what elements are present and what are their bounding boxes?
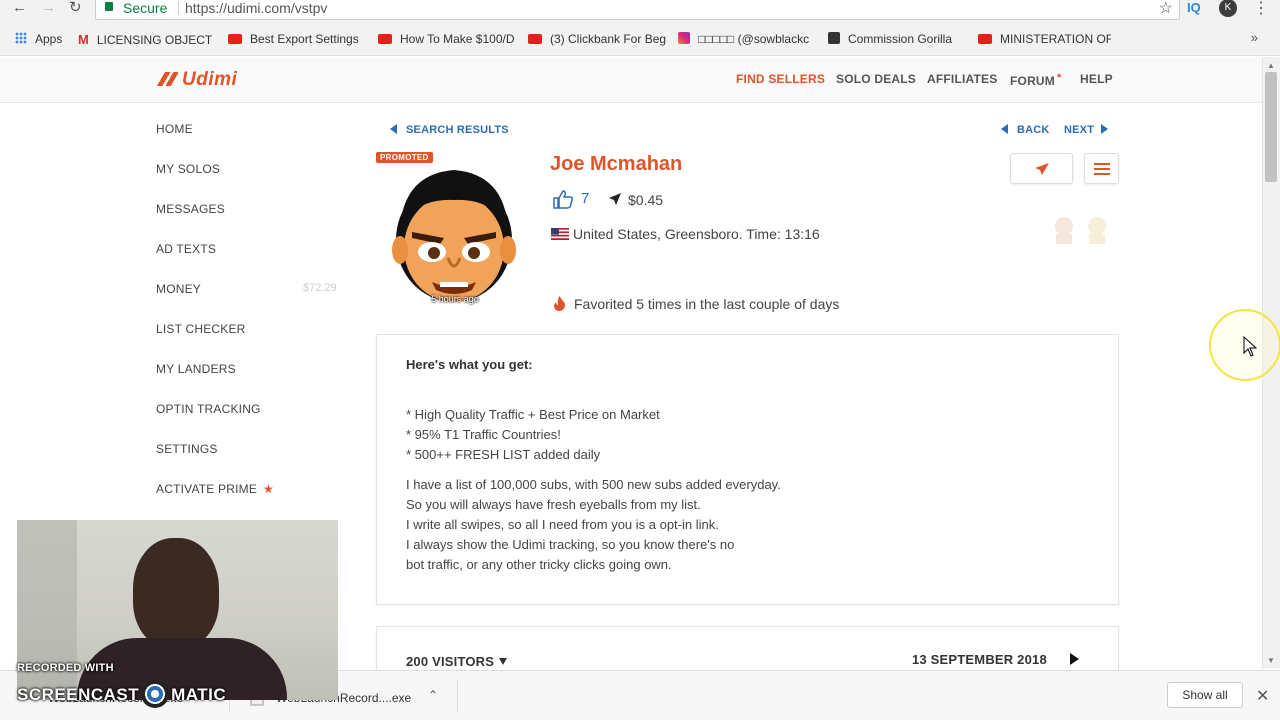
bookmark-licensing[interactable]: M LICENSING OBJECTIV <box>78 32 213 47</box>
url-text[interactable]: https://udimi.com/vstpv <box>185 0 327 16</box>
address-bar[interactable]: Secure https://udimi.com/vstpv ☆ <box>95 0 1180 20</box>
youtube-icon <box>528 34 542 44</box>
chevron-up-icon[interactable]: ⌃ <box>428 688 438 702</box>
secure-label: Secure <box>123 0 168 16</box>
screencast-watermark: SCREENCAST MATIC <box>17 680 226 708</box>
logo-mark-icon <box>156 72 178 86</box>
fire-icon <box>554 296 565 311</box>
seller-name: Joe Mcmahan <box>550 153 683 175</box>
bookmark-export-settings[interactable]: Best Export Settings <box>228 32 368 46</box>
visitors-dropdown[interactable]: 200 VISITORS <box>406 654 508 669</box>
next-link[interactable]: NEXT <box>1064 124 1109 136</box>
money-balance: $72.29 <box>303 282 337 294</box>
bookmark-apps[interactable]: Apps <box>15 32 62 46</box>
browser-toolbar: ← → ↻ Secure https://udimi.com/vstpv ☆ I… <box>0 0 1280 22</box>
chevron-down-icon <box>499 658 508 665</box>
bookmark-instagram[interactable]: □□□□□ (@sowblackc <box>678 32 816 46</box>
back-link[interactable]: BACK <box>1001 124 1050 136</box>
offer-paragraph-line: I always show the Udimi tracking, so you… <box>406 537 735 552</box>
sidebar-item-home[interactable]: HOME <box>156 122 193 136</box>
bookmark-make-100[interactable]: How To Make $100/D <box>378 32 516 46</box>
send-message-button[interactable] <box>1010 153 1073 184</box>
mouse-pointer-icon <box>1243 336 1257 357</box>
offer-paragraph-line: bot traffic, or any other tricky clicks … <box>406 557 672 572</box>
us-flag-icon <box>551 228 569 240</box>
triangle-right-icon <box>1101 124 1109 134</box>
back-arrow-icon[interactable]: ← <box>12 0 27 16</box>
gorilla-icon <box>828 32 840 44</box>
site-header: Udimi FIND SELLERS SOLO DEALS AFFILIATES… <box>0 57 1262 103</box>
bookmarks-overflow-icon[interactable]: » <box>1251 30 1258 45</box>
sidebar-item-list-checker[interactable]: LIST CHECKER <box>156 322 246 336</box>
likes-count: 7 <box>581 190 590 207</box>
triangle-left-icon <box>390 124 397 134</box>
offer-paragraph-line: So you will always have fresh eyeballs f… <box>406 497 701 512</box>
close-icon[interactable]: ✕ <box>1256 686 1269 706</box>
instagram-icon <box>678 32 690 44</box>
sidebar-item-messages[interactable]: MESSAGES <box>156 202 225 216</box>
recorded-with-label: RECORDED WITH <box>17 662 114 674</box>
next-date-arrow-icon[interactable] <box>1070 653 1079 665</box>
show-all-downloads-button[interactable]: Show all <box>1167 682 1243 708</box>
sidebar-item-my-landers[interactable]: MY LANDERS <box>156 362 236 376</box>
price-per-click: $0.45 <box>628 192 664 208</box>
faded-award-badges-icon <box>1055 217 1106 244</box>
offer-bullet: * High Quality Traffic + Best Price on M… <box>406 407 660 422</box>
bookmark-ministeration[interactable]: MINISTERATION OF <box>978 32 1111 46</box>
bookmark-commission-gorilla[interactable]: Commission Gorilla <box>828 32 963 46</box>
scroll-up-arrow-icon[interactable]: ▲ <box>1267 61 1275 70</box>
scrollbar-thumb[interactable] <box>1265 72 1277 182</box>
reload-icon[interactable]: ↻ <box>69 0 82 16</box>
seller-location: United States, Greensboro. Time: 13:16 <box>573 226 820 242</box>
more-options-button[interactable] <box>1084 153 1119 184</box>
scroll-down-arrow-icon[interactable]: ▼ <box>1267 656 1275 665</box>
profile-avatar[interactable]: K <box>1219 0 1237 17</box>
seller-avatar[interactable] <box>388 158 520 306</box>
offer-paragraph-line: I write all swipes, so all I need from y… <box>406 517 719 532</box>
forward-arrow-icon[interactable]: → <box>41 0 56 16</box>
hamburger-menu-icon <box>1094 163 1110 175</box>
last-seen-caption: 5 hours ago <box>431 294 479 304</box>
offer-bullet: * 500++ FRESH LIST added daily <box>406 447 601 462</box>
stats-date: 13 SEPTEMBER 2018 <box>912 652 1047 667</box>
sidebar-item-settings[interactable]: SETTINGS <box>156 442 218 456</box>
offer-paragraph-line: I have a list of 100,000 subs, with 500 … <box>406 477 781 492</box>
youtube-icon <box>228 34 242 44</box>
extension-iq-icon[interactable]: IQ <box>1187 0 1201 15</box>
prime-star-icon: ★ <box>263 482 275 496</box>
forum-badge: * <box>1057 72 1062 84</box>
sidebar-item-activate-prime[interactable]: ACTIVATE PRIME ★ <box>156 482 274 496</box>
sidebar-item-money[interactable]: MONEY <box>156 282 201 296</box>
divider <box>457 680 458 712</box>
triangle-left-icon <box>1001 124 1008 134</box>
nav-help[interactable]: HELP <box>1080 72 1113 86</box>
search-results-link[interactable]: SEARCH RESULTS <box>390 124 509 136</box>
gmail-icon: M <box>78 32 89 47</box>
udimi-logo[interactable]: Udimi <box>156 69 237 91</box>
offer-bullet: * 95% T1 Traffic Countries! <box>406 427 561 442</box>
youtube-icon <box>978 34 992 44</box>
sidebar-item-my-solos[interactable]: MY SOLOS <box>156 162 220 176</box>
bookmark-star-icon[interactable]: ☆ <box>1159 0 1173 18</box>
nav-forum[interactable]: FORUM * <box>1010 72 1061 88</box>
screencast-logo-icon <box>141 680 170 708</box>
youtube-icon <box>378 34 392 44</box>
nav-solo-deals[interactable]: SOLO DEALS <box>836 72 916 86</box>
apps-grid-icon <box>15 32 27 44</box>
favorited-note: Favorited 5 times in the last couple of … <box>574 296 840 312</box>
browser-menu-icon[interactable]: ⋮ <box>1253 0 1269 18</box>
paper-plane-icon <box>609 193 621 205</box>
divider <box>178 1 179 15</box>
sidebar-item-optin-tracking[interactable]: OPTIN TRACKING <box>156 402 261 416</box>
bookmark-clickbank[interactable]: (3) Clickbank For Beg <box>528 32 666 46</box>
nav-find-sellers[interactable]: FIND SELLERS <box>736 72 825 86</box>
sidebar-item-ad-texts[interactable]: AD TEXTS <box>156 242 216 256</box>
offer-heading: Here's what you get: <box>406 357 533 372</box>
bookmarks-bar: Apps M LICENSING OBJECTIV Best Export Set… <box>0 22 1280 56</box>
lock-icon <box>105 2 113 11</box>
nav-affiliates[interactable]: AFFILIATES <box>927 72 997 86</box>
thumbs-up-icon[interactable] <box>552 189 574 209</box>
webcam-presenter-head <box>133 538 219 648</box>
send-icon <box>1035 163 1049 175</box>
